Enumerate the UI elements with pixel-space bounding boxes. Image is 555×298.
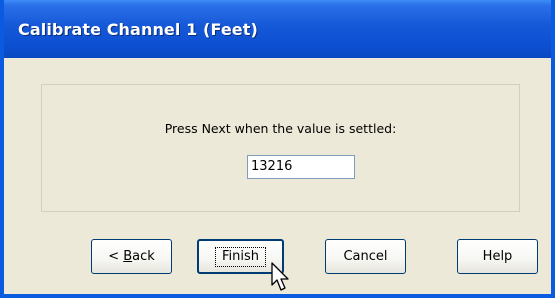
cancel-button[interactable]: Cancel bbox=[325, 239, 406, 274]
back-button-prefix: < bbox=[108, 249, 124, 264]
settle-prompt-label: Press Next when the value is settled: bbox=[164, 121, 397, 136]
calibrate-dialog-window: Calibrate Channel 1 (Feet) Press Next wh… bbox=[0, 0, 555, 298]
arrow-cursor-icon bbox=[271, 262, 289, 291]
window-title: Calibrate Channel 1 (Feet) bbox=[18, 20, 258, 39]
back-button-label-rest: ack bbox=[132, 249, 155, 264]
value-group-box: Press Next when the value is settled: 13… bbox=[41, 84, 520, 212]
back-button-mnemonic: B bbox=[123, 249, 133, 264]
reading-value-field: 13216 bbox=[247, 155, 355, 179]
back-button[interactable]: < Back bbox=[91, 239, 172, 274]
title-bar[interactable]: Calibrate Channel 1 (Feet) bbox=[4, 0, 551, 58]
help-button[interactable]: Help bbox=[457, 239, 538, 274]
finish-button-label: Finish bbox=[214, 247, 266, 267]
